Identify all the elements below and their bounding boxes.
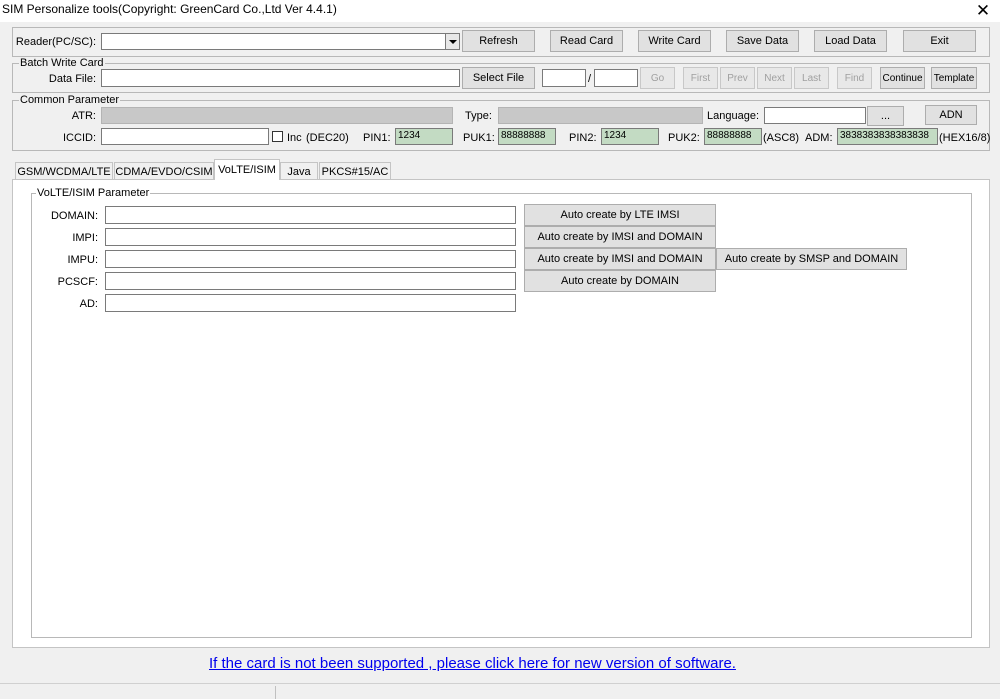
iccid-label: ICCID:: [63, 132, 96, 144]
page-total-input[interactable]: [594, 69, 638, 87]
tab-pkcs15-ac[interactable]: PKCS#15/AC: [319, 162, 391, 180]
puk2-label: PUK2:: [668, 132, 700, 144]
page-current-input[interactable]: [542, 69, 586, 87]
language-label: Language:: [707, 110, 759, 122]
pcscf-label: PCSCF:: [57, 276, 98, 288]
adn-button[interactable]: ADN: [925, 105, 977, 125]
type-field[interactable]: [498, 107, 703, 124]
common-legend: Common Parameter: [19, 94, 121, 106]
browse-button[interactable]: ...: [867, 106, 904, 126]
write-card-button[interactable]: Write Card: [638, 30, 711, 52]
select-file-button[interactable]: Select File: [462, 67, 535, 89]
first-button[interactable]: First: [683, 67, 718, 89]
inc-checkbox[interactable]: [272, 131, 283, 142]
window-title: SIM Personalize tools(Copyright: GreenCa…: [2, 2, 337, 16]
auto-create-imsi-domain-button[interactable]: Auto create by IMSI and DOMAIN: [524, 226, 716, 248]
puk1-label: PUK1:: [463, 132, 495, 144]
exit-button[interactable]: Exit: [903, 30, 976, 52]
tab-volte-isim[interactable]: VoLTE/ISIM: [214, 159, 280, 180]
puk2-field[interactable]: 88888888: [704, 128, 762, 145]
atr-field[interactable]: [101, 107, 453, 124]
prev-button[interactable]: Prev: [720, 67, 755, 89]
ad-label: AD:: [79, 298, 98, 310]
language-field[interactable]: [764, 107, 866, 124]
next-button[interactable]: Next: [757, 67, 792, 89]
close-icon[interactable]: ✕: [966, 0, 1000, 22]
impu-input[interactable]: [105, 250, 516, 268]
adm-label: ADM:: [805, 132, 833, 144]
load-data-button[interactable]: Load Data: [814, 30, 887, 52]
hex16-label: (HEX16/8): [939, 132, 991, 144]
page-separator: /: [588, 73, 592, 85]
pin1-field[interactable]: 1234: [395, 128, 453, 145]
tab-java[interactable]: Java: [280, 162, 318, 180]
data-file-input[interactable]: [101, 69, 460, 87]
pin2-field[interactable]: 1234: [601, 128, 659, 145]
impu-label: IMPU:: [67, 254, 98, 266]
go-button[interactable]: Go: [640, 67, 675, 89]
template-button[interactable]: Template: [931, 67, 977, 89]
iccid-field[interactable]: [101, 128, 269, 145]
domain-input[interactable]: [105, 206, 516, 224]
refresh-button[interactable]: Refresh: [462, 30, 535, 52]
auto-create-smsp-domain-button[interactable]: Auto create by SMSP and DOMAIN: [716, 248, 907, 270]
auto-create-imsi-domain-impu-button[interactable]: Auto create by IMSI and DOMAIN: [524, 248, 716, 270]
status-bar-divider: [275, 686, 276, 699]
volte-legend: VoLTE/ISIM Parameter: [36, 187, 151, 199]
auto-create-domain-button[interactable]: Auto create by DOMAIN: [524, 270, 716, 292]
pin1-label: PIN1:: [363, 132, 391, 144]
dec20-label: (DEC20): [306, 132, 349, 144]
tab-cdma-evdo-csim[interactable]: CDMA/EVDO/CSIM: [114, 162, 214, 180]
adm-field[interactable]: 3838383838383838: [837, 128, 938, 145]
tab-gsm-wcdma-lte[interactable]: GSM/WCDMA/LTE: [15, 162, 113, 180]
type-label: Type:: [465, 110, 492, 122]
reader-label: Reader(PC/SC):: [15, 36, 96, 48]
last-button[interactable]: Last: [794, 67, 829, 89]
pin2-label: PIN2:: [569, 132, 597, 144]
chevron-down-icon[interactable]: [445, 34, 459, 49]
inc-label: Inc: [287, 132, 302, 144]
impi-input[interactable]: [105, 228, 516, 246]
data-file-label: Data File:: [48, 73, 96, 85]
atr-label: ATR:: [71, 110, 96, 122]
status-bar: [0, 683, 1000, 699]
new-version-link[interactable]: If the card is not been supported , plea…: [209, 655, 736, 672]
ad-input[interactable]: [105, 294, 516, 312]
asc8-label: (ASC8): [763, 132, 800, 144]
domain-label: DOMAIN:: [50, 210, 98, 222]
continue-button[interactable]: Continue: [880, 67, 925, 89]
puk1-field[interactable]: 88888888: [498, 128, 556, 145]
batch-legend: Batch Write Card: [19, 57, 105, 69]
find-button[interactable]: Find: [837, 67, 872, 89]
impi-label: IMPI:: [72, 232, 98, 244]
pcscf-input[interactable]: [105, 272, 516, 290]
auto-create-lte-imsi-button[interactable]: Auto create by LTE IMSI: [524, 204, 716, 226]
reader-select[interactable]: [101, 33, 460, 50]
read-card-button[interactable]: Read Card: [550, 30, 623, 52]
save-data-button[interactable]: Save Data: [726, 30, 799, 52]
